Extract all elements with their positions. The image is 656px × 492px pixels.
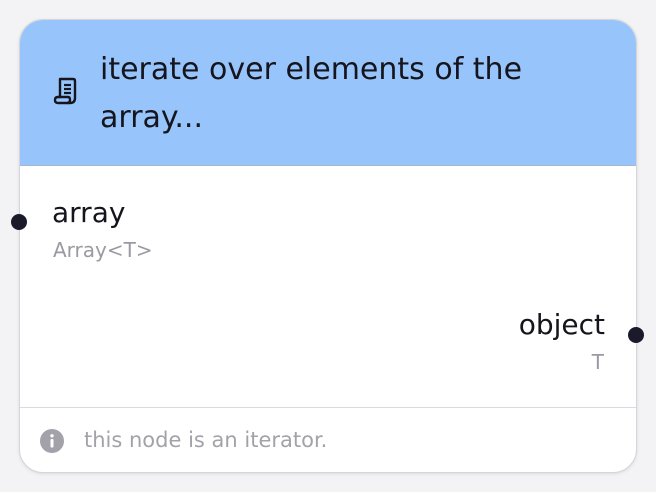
output-port-object-label: object [518, 308, 605, 341]
input-port-array-handle[interactable] [11, 214, 27, 230]
output-port-object-type: T [591, 350, 604, 374]
node-title: iterate over elements of the array... [100, 52, 523, 135]
input-port-array-type: Array<T> [53, 238, 153, 262]
node-header[interactable]: iterate over elements of the array... [20, 20, 636, 166]
info-icon [40, 429, 64, 453]
iterator-node[interactable]: iterate over elements of the array... ar… [11, 19, 644, 473]
scroll-icon [53, 77, 77, 105]
input-port-array-label: array [52, 196, 126, 229]
footer-note: this node is an iterator. [84, 428, 328, 452]
output-port-object-handle[interactable] [628, 327, 644, 343]
footer-divider [20, 407, 636, 408]
